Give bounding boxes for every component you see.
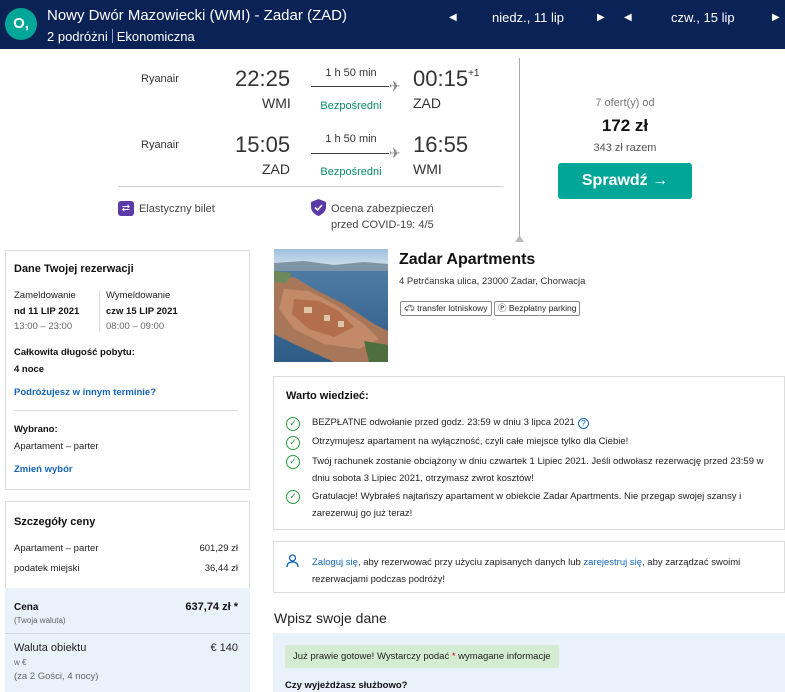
local-currency-label: Waluta obiektu [14, 642, 87, 654]
info-item: Otrzymujesz apartament na wyłączność, cz… [312, 436, 629, 447]
selected-room: Apartament – parter [14, 441, 99, 452]
login-prompt-text: Zaloguj się, aby rezerwować przy użyciu … [312, 557, 741, 585]
outbound-date[interactable]: niedz., 11 lip [492, 10, 564, 25]
stops-label: Bezpośredni [320, 100, 382, 112]
arrival-time: 00:15+1 [413, 66, 480, 91]
divider [14, 410, 238, 411]
divider-marker [515, 236, 524, 242]
login-prompt-box: Zaloguj się, aby rezerwować przy użyciu … [273, 541, 785, 593]
search-logo-icon[interactable]: O, [5, 8, 37, 40]
arrival-airport: WMI [413, 161, 442, 177]
price-row-value: 36,44 zł [204, 563, 238, 574]
hotel-address: 4 Petrčanska ulica, 23000 Zadar, Chorwac… [399, 276, 586, 287]
required-fields-notice: Już prawie gotowe! Wystarczy podać * wym… [285, 645, 559, 668]
flight-line [311, 86, 389, 87]
airport-transfer-badge: 🚗︎ transfer lotniskowy [400, 301, 492, 316]
price-details-title: Szczegóły ceny [14, 516, 96, 528]
hotel-name[interactable]: Zadar Apartments [399, 251, 535, 269]
stay-length-value: 4 noce [14, 364, 45, 375]
flexible-ticket-label: Elastyczny bilet [139, 203, 215, 215]
carrier-name: Ryanair [141, 73, 179, 85]
travelers-count: 2 podróżni [47, 29, 108, 44]
plane-icon: ✈ [389, 78, 401, 94]
help-icon[interactable]: ? [577, 418, 589, 429]
user-icon [286, 554, 299, 571]
checkin-label: Zameldowanie [14, 290, 76, 301]
checkin-time: 13:00 – 23:00 [14, 321, 73, 332]
price-per-person: 172 zł [601, 116, 649, 135]
plane-icon: ✈ [389, 145, 401, 161]
route-title[interactable]: Nowy Dwór Mazowiecki (WMI) - Zadar (ZAD) [47, 7, 347, 24]
selected-label: Wybrano: [14, 424, 58, 435]
checkout-label: Wymeldowanie [106, 290, 171, 301]
divider [519, 58, 520, 238]
check-deal-button[interactable]: Sprawdź → [558, 163, 692, 199]
checkout-time: 08:00 – 09:00 [106, 321, 165, 332]
divider [111, 29, 113, 43]
price-row-label: Apartament – parter [14, 543, 99, 554]
departure-time: 15:05 [235, 132, 291, 157]
change-choice-link[interactable]: Zmień wybór [14, 464, 73, 475]
stops-label: Bezpośredni [320, 166, 382, 178]
divider [5, 633, 250, 634]
covid-rating-line2: przed COVID-19: 4/5 [331, 219, 434, 231]
covid-rating-line1: Ocena zabezpieczeń [331, 203, 434, 215]
departure-airport: ZAD [262, 161, 290, 177]
total-note: (Twoja waluta) [14, 616, 66, 625]
departure-time: 22:25 [235, 66, 291, 91]
hotel-photo[interactable] [274, 249, 388, 362]
cabin-class: Ekonomiczna [116, 29, 195, 44]
shield-icon [311, 199, 326, 216]
divider [99, 290, 100, 332]
prev-out-date-icon[interactable]: ◀ [449, 12, 457, 23]
search-subtitle[interactable]: 2 podróżni Ekonomiczna [47, 29, 195, 44]
flight-duration: 1 h 50 min [325, 67, 377, 79]
local-currency-note: w € [14, 658, 27, 667]
parking-icon: Ⓟ [498, 303, 507, 313]
good-to-know-title: Warto wiedzieć: [286, 390, 369, 402]
departure-airport: WMI [262, 95, 291, 111]
local-currency-value: € 140 [210, 642, 238, 654]
free-parking-badge: Ⓟ Bezpłatny parking [494, 301, 581, 316]
top-search-bar: O, Nowy Dwór Mazowiecki (WMI) - Zadar (Z… [0, 0, 785, 49]
price-total: 343 zł razem [593, 142, 657, 154]
total-value: 637,74 zł * [185, 601, 238, 613]
carrier-name: Ryanair [141, 139, 179, 151]
info-item: BEZPŁATNE odwołanie przed godz. 23:59 w … [312, 414, 772, 431]
next-out-date-icon[interactable]: ▶ [597, 12, 605, 23]
prev-return-date-icon[interactable]: ◀ [624, 12, 632, 23]
check-circle-icon: ✓ [286, 436, 300, 450]
check-circle-icon: ✓ [286, 490, 300, 504]
next-return-date-icon[interactable]: ▶ [772, 12, 780, 23]
stay-length-label: Całkowita długość pobytu: [14, 347, 135, 358]
price-row-value: 601,29 zł [199, 543, 238, 554]
good-to-know-box: Warto wiedzieć: ✓ BEZPŁATNE odwołanie pr… [273, 376, 785, 530]
checkin-date: nd 11 LIP 2021 [14, 306, 80, 317]
form-title: Wpisz swoje dane [274, 610, 387, 626]
flight-line [311, 153, 389, 154]
info-item: Gratulacje! Wybrałeś najtańszy apartamen… [312, 491, 742, 519]
business-trip-question: Czy wyjeżdżasz służbowo? [285, 680, 408, 691]
divider [118, 186, 503, 187]
check-circle-icon: ✓ [286, 455, 300, 469]
checkout-date: czw 15 LIP 2021 [106, 306, 178, 317]
flexible-ticket-icon: ⇄ [118, 201, 134, 216]
login-link[interactable]: Zaloguj się [312, 557, 358, 568]
info-item: Twój rachunek zostanie obciążony w dniu … [312, 456, 764, 484]
reservation-title: Dane Twojej rezerwacji [14, 263, 134, 275]
change-dates-link[interactable]: Podróżujesz w innym terminie? [14, 387, 156, 398]
total-label: Cena [14, 602, 39, 613]
price-row-label: podatek miejski [14, 563, 80, 574]
flight-duration: 1 h 50 min [325, 133, 377, 145]
guests-note: (za 2 Gości, 4 nocy) [14, 671, 99, 682]
register-link[interactable]: zarejestruj się [583, 557, 642, 568]
check-circle-icon: ✓ [286, 417, 300, 431]
arrival-airport: ZAD [413, 95, 441, 111]
arrival-time: 16:55 [413, 132, 469, 157]
return-date[interactable]: czw., 15 lip [671, 10, 735, 25]
offers-count: 7 ofert(y) od [595, 97, 655, 109]
car-icon: 🚗︎ [404, 303, 415, 313]
